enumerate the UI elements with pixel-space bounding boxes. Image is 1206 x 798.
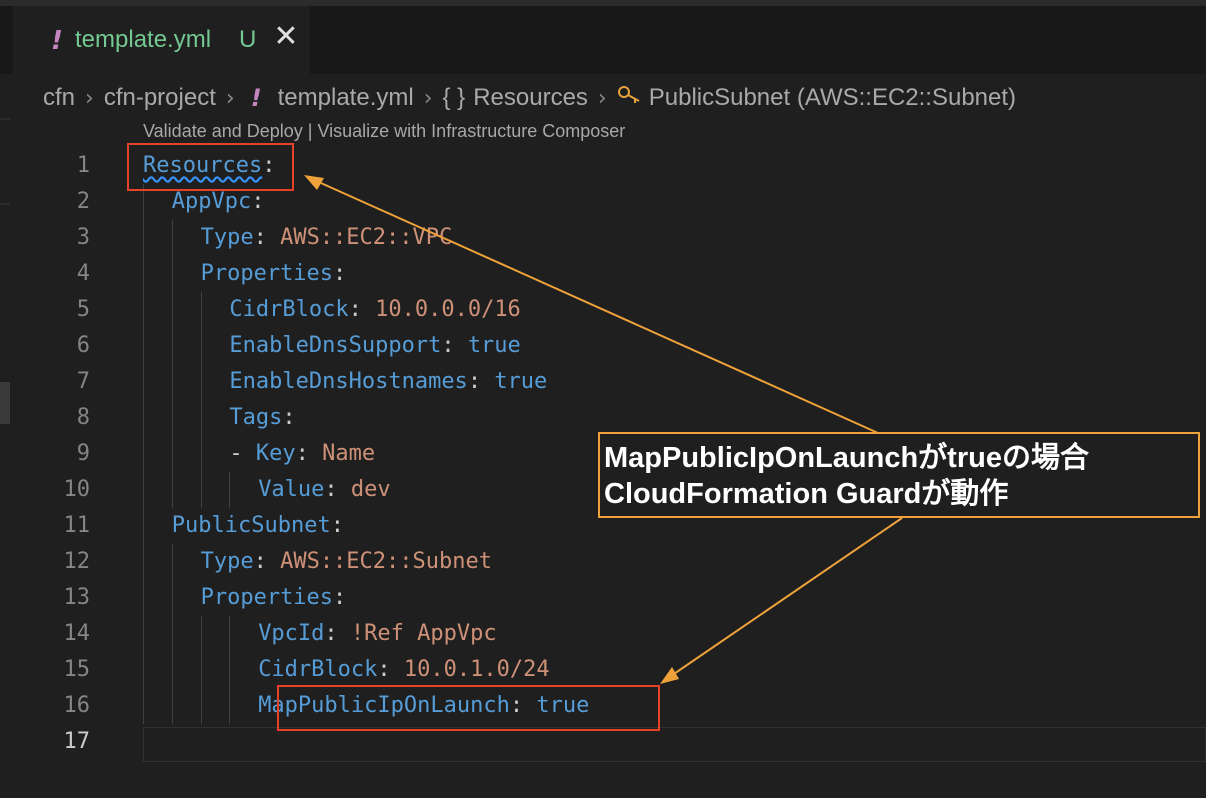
arrow-to-mappublicip	[667, 517, 903, 679]
arrowhead	[660, 667, 679, 684]
callout-arrows	[304, 175, 903, 684]
annotation-callout: MapPublicIpOnLaunchがtrueの場合 CloudFormati…	[598, 432, 1200, 518]
callout-line-1: MapPublicIpOnLaunchがtrueの場合	[604, 442, 1089, 474]
arrow-to-resources	[311, 178, 879, 434]
arrowhead	[304, 175, 324, 190]
callout-line-2: CloudFormation Guardが動作	[604, 478, 1009, 510]
